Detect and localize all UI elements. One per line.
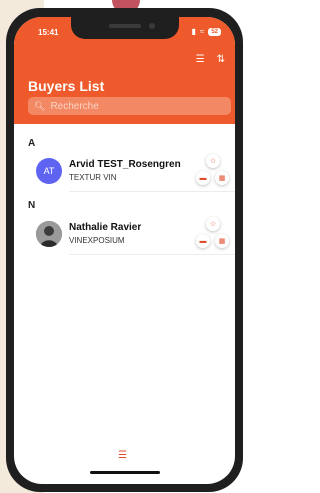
buyer-name: Arvid TEST_Rosengren <box>69 159 181 170</box>
section-header-n: N <box>28 200 36 211</box>
search-bar[interactable]: 🔍︎ <box>28 97 231 115</box>
calendar-icon[interactable]: ▦ <box>215 234 229 248</box>
message-icon[interactable]: ▬ <box>196 234 210 248</box>
row-divider <box>69 254 235 255</box>
signal-icon: ▮ <box>191 27 196 36</box>
search-icon: 🔍︎ <box>34 100 46 111</box>
status-time: 15:41 <box>38 28 59 37</box>
buyer-company: TEXTUR VIN <box>69 173 117 182</box>
app-screen: 15:41 ▮ ≈ 52 ☰ ⇅ Buyers List 🔍︎ A AT <box>14 17 235 484</box>
speaker <box>109 24 141 28</box>
section-header-a: A <box>28 138 36 149</box>
favorite-icon[interactable]: ☆ <box>206 217 220 231</box>
search-input[interactable] <box>48 99 213 113</box>
phone-frame: 15:41 ▮ ≈ 52 ☰ ⇅ Buyers List 🔍︎ A AT <box>6 8 243 492</box>
menu-icon[interactable]: ☰ <box>118 450 127 461</box>
buyer-company: VINEXPOSIUM <box>69 236 125 245</box>
header-actions: ☰ ⇅ <box>196 54 225 65</box>
camera <box>149 23 155 29</box>
calendar-icon[interactable]: ▦ <box>215 171 229 185</box>
person-photo-icon <box>36 221 62 247</box>
favorite-icon[interactable]: ☆ <box>206 154 220 168</box>
avatar-photo <box>36 221 62 247</box>
phone-notch <box>71 17 179 39</box>
row-divider <box>69 191 235 192</box>
filter-icon[interactable]: ☰ <box>196 54 205 65</box>
avatar: AT <box>36 158 62 184</box>
message-icon[interactable]: ▬ <box>196 171 210 185</box>
home-indicator <box>90 471 160 474</box>
battery-icon: 52 <box>208 27 221 36</box>
wifi-icon: ≈ <box>199 27 205 36</box>
page-title: Buyers List <box>28 78 105 94</box>
sort-icon[interactable]: ⇅ <box>217 54 225 65</box>
status-icons: ▮ ≈ 52 <box>192 27 221 36</box>
buyer-name: Nathalie Ravier <box>69 222 142 233</box>
